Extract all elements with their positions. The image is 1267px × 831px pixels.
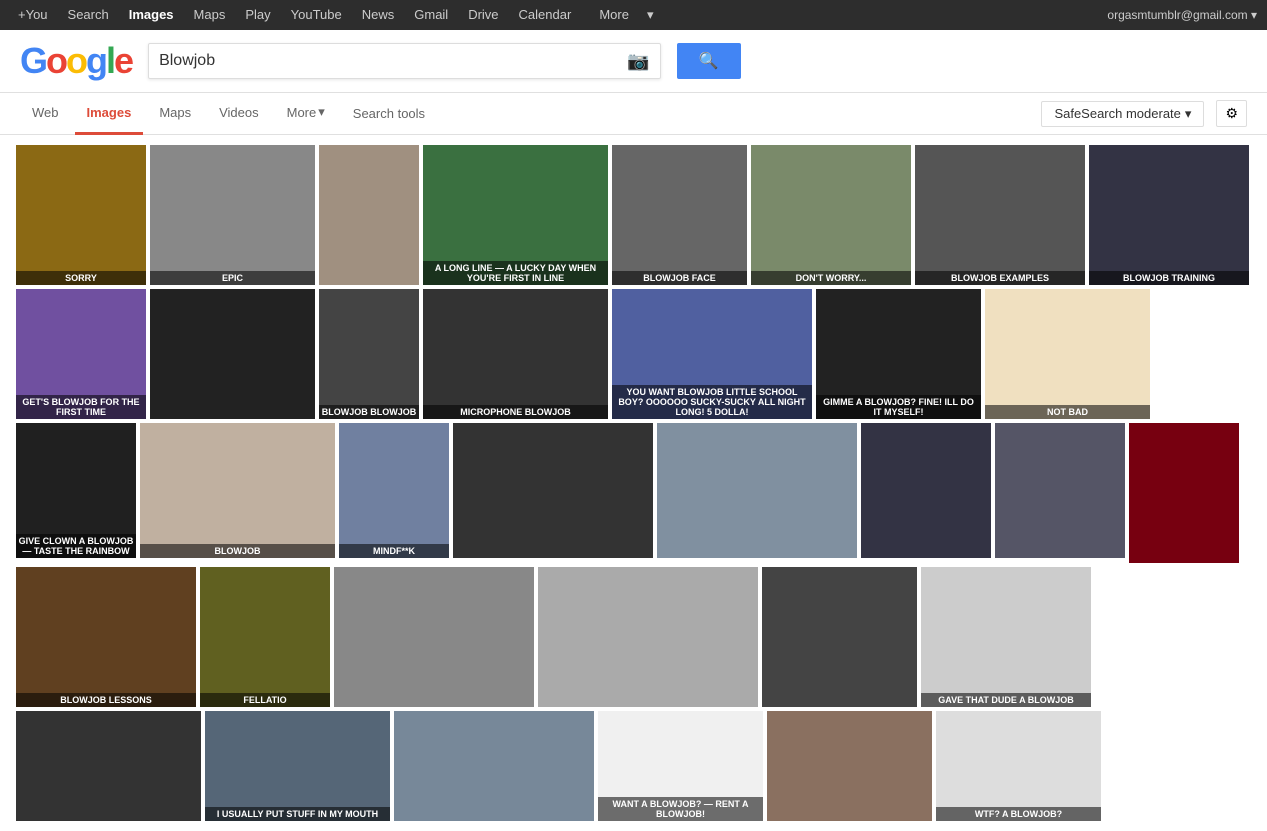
image-label: DON'T WORRY... — [751, 271, 911, 285]
camera-icon[interactable]: 📷 — [627, 51, 649, 72]
image-cell[interactable]: SORRY — [16, 145, 146, 285]
image-cell[interactable] — [319, 145, 419, 285]
image-label: BLOWJOB LESSONS — [16, 693, 196, 707]
image-label: EPIC — [150, 271, 315, 285]
image-grid: SORRY EPIC A LONG LINE — A Lucky Day When … — [0, 135, 1267, 831]
image-cell[interactable]: gimme a blowjob? fine! ill do it myself! — [816, 289, 981, 419]
image-cell[interactable] — [767, 711, 932, 821]
image-label: I usually put stuff in my mouth — [205, 807, 390, 821]
image-cell[interactable]: A LONG LINE — A Lucky Day When You're Fi… — [423, 145, 608, 285]
top-nav-more-chevron: ▾ — [639, 0, 662, 30]
image-cell[interactable] — [394, 711, 594, 821]
image-label: Want a blowjob? — Rent a blowjob! — [598, 797, 763, 821]
top-nav-calendar[interactable]: Calendar — [511, 0, 580, 30]
search-header: Google 📷 🔍 — [0, 30, 1267, 93]
image-label: GIVE CLOWN A BLOWJOB — Taste the rainbow — [16, 534, 136, 558]
image-label: GAVE THAT DUDE A BLOWJOB — [921, 693, 1091, 707]
image-cell[interactable]: BLOWJOB FACE — [612, 145, 747, 285]
image-label: FELLATIO — [200, 693, 330, 707]
nav-images[interactable]: Images — [75, 93, 144, 135]
nav-videos[interactable]: Videos — [207, 93, 271, 135]
image-cell[interactable]: I usually put stuff in my mouth — [205, 711, 390, 821]
top-nav-bar: +You Search Images Maps Play YouTube New… — [0, 0, 1267, 30]
user-email: orgasmtumblr@gmail.com — [1107, 8, 1247, 22]
top-nav-gmail[interactable]: Gmail — [406, 0, 456, 30]
image-cell[interactable]: GAVE THAT DUDE A BLOWJOB — [921, 567, 1091, 707]
top-nav-you[interactable]: +You — [10, 0, 56, 30]
image-cell[interactable] — [538, 567, 758, 707]
gear-icon: ⚙ — [1225, 105, 1238, 121]
search-box-container: 📷 — [148, 43, 660, 79]
image-cell[interactable] — [861, 423, 991, 558]
search-tools-button[interactable]: Search tools — [341, 93, 437, 135]
image-cell[interactable]: NOT BAD — [985, 289, 1150, 419]
image-cell[interactable]: BLOWJOB — [140, 423, 335, 558]
top-nav-news[interactable]: News — [354, 0, 403, 30]
top-nav-search[interactable]: Search — [60, 0, 117, 30]
image-cell[interactable] — [1129, 423, 1239, 563]
image-label: WTF? A BLOWJOB? — [936, 807, 1101, 821]
top-nav-links: +You Search Images Maps Play YouTube New… — [10, 0, 669, 30]
image-label: NOT BAD — [985, 405, 1150, 419]
image-cell[interactable] — [453, 423, 653, 558]
user-account[interactable]: orgasmtumblr@gmail.com ▾ — [1107, 8, 1257, 22]
top-nav-drive[interactable]: Drive — [460, 0, 506, 30]
image-cell[interactable] — [657, 423, 857, 558]
search-tools-label: Search tools — [353, 106, 425, 121]
image-cell[interactable]: BLOWJOB TRAINING — [1089, 145, 1249, 285]
image-cell[interactable] — [150, 289, 315, 419]
top-nav-more-label: More — [591, 0, 637, 30]
image-label: gimme a blowjob? fine! ill do it myself! — [816, 395, 981, 419]
safesearch-button[interactable]: SafeSearch moderate ▾ — [1041, 101, 1204, 127]
image-cell[interactable]: WTF? A BLOWJOB? — [936, 711, 1101, 821]
top-nav-maps[interactable]: Maps — [186, 0, 234, 30]
image-label: BLOWJOB TRAINING — [1089, 271, 1249, 285]
image-label: SORRY — [16, 271, 146, 285]
image-cell[interactable] — [995, 423, 1125, 558]
image-cell[interactable]: DON'T WORRY... — [751, 145, 911, 285]
image-label: BLOWJOB — [140, 544, 335, 558]
image-cell[interactable]: EPIC — [150, 145, 315, 285]
image-cell[interactable]: get's blowjob for the first time — [16, 289, 146, 419]
safesearch-chevron: ▾ — [1185, 106, 1192, 122]
image-label: Microphone Blowjob — [423, 405, 608, 419]
nav-more-label: More — [287, 105, 317, 120]
image-cell[interactable] — [16, 711, 201, 821]
nav-maps[interactable]: Maps — [147, 93, 203, 135]
image-label: BLOWJOB BLOWJOB — [319, 405, 419, 419]
search-button[interactable]: 🔍 — [677, 43, 741, 79]
image-label: YOU WANT BLOWJOB LITTLE SCHOOL BOY? OOOO… — [612, 385, 812, 419]
image-label: BLOWJOB EXAMPLES — [915, 271, 1085, 285]
user-chevron: ▾ — [1251, 8, 1257, 22]
image-cell[interactable] — [762, 567, 917, 707]
image-cell[interactable] — [334, 567, 534, 707]
image-cell[interactable]: BLOWJOB BLOWJOB — [319, 289, 419, 419]
top-nav-images[interactable]: Images — [121, 0, 182, 30]
search-icon: 🔍 — [699, 51, 719, 71]
top-nav-youtube[interactable]: YouTube — [283, 0, 350, 30]
secondary-nav: Web Images Maps Videos More ▾ Search too… — [0, 93, 1267, 135]
image-cell[interactable]: MINDF**K — [339, 423, 449, 558]
image-cell[interactable]: BLOWJOB EXAMPLES — [915, 145, 1085, 285]
image-label: get's blowjob for the first time — [16, 395, 146, 419]
search-input[interactable] — [159, 52, 619, 70]
top-nav-more[interactable]: More ▾ — [583, 0, 669, 30]
image-cell[interactable]: YOU WANT BLOWJOB LITTLE SCHOOL BOY? OOOO… — [612, 289, 812, 419]
image-cell[interactable]: Want a blowjob? — Rent a blowjob! — [598, 711, 763, 821]
nav-web[interactable]: Web — [20, 93, 71, 135]
nav-more[interactable]: More ▾ — [275, 93, 337, 135]
nav-more-chevron: ▾ — [318, 104, 325, 120]
safesearch-label: SafeSearch moderate — [1054, 106, 1180, 121]
image-cell[interactable]: GIVE CLOWN A BLOWJOB — Taste the rainbow — [16, 423, 136, 558]
image-cell[interactable]: Microphone Blowjob — [423, 289, 608, 419]
top-nav-play[interactable]: Play — [237, 0, 278, 30]
image-cell[interactable]: FELLATIO — [200, 567, 330, 707]
image-cell[interactable]: BLOWJOB LESSONS — [16, 567, 196, 707]
image-label: A LONG LINE — A Lucky Day When You're Fi… — [423, 261, 608, 285]
settings-gear-button[interactable]: ⚙ — [1216, 100, 1247, 127]
image-label: BLOWJOB FACE — [612, 271, 747, 285]
image-label: MINDF**K — [339, 544, 449, 558]
google-logo[interactable]: Google — [20, 40, 132, 82]
